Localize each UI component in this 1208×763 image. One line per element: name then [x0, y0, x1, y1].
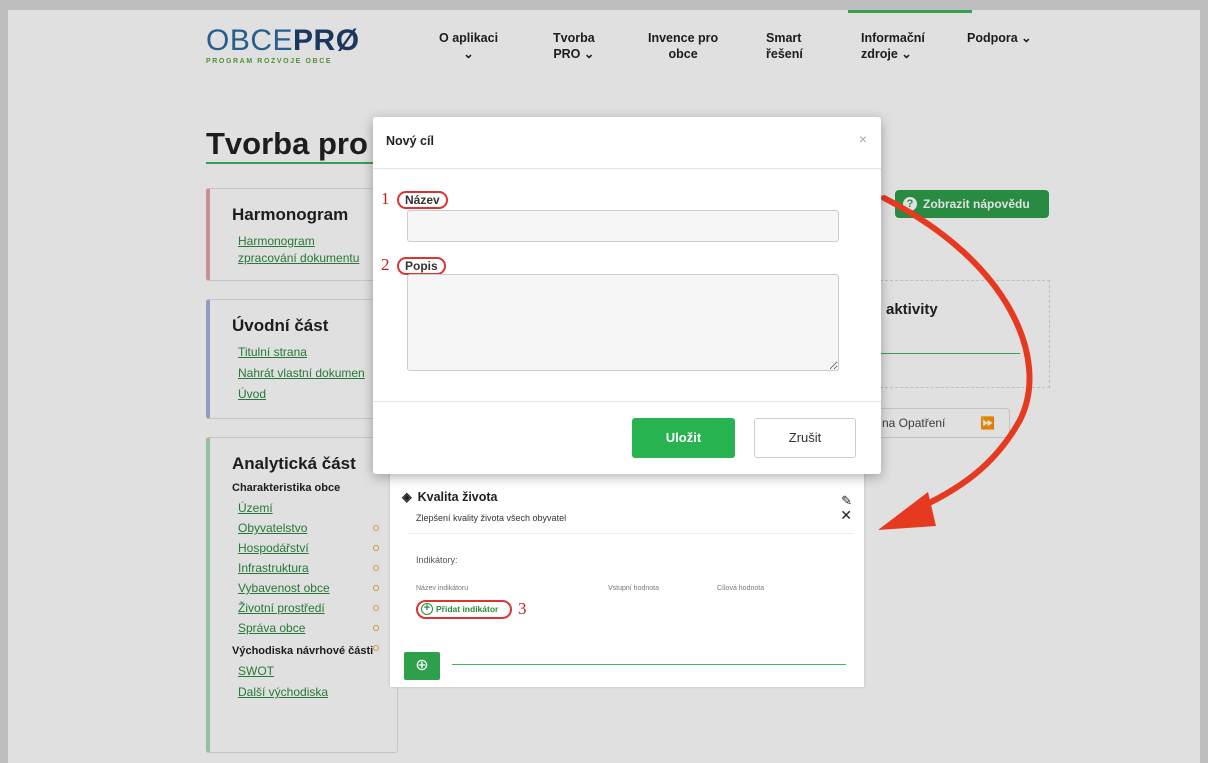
name-label: Název: [397, 191, 448, 209]
name-input[interactable]: [407, 210, 839, 242]
modal-header: Nový cíl ×: [373, 117, 881, 169]
modal-footer-divider: [373, 401, 881, 402]
annotation-number-1: 1: [381, 189, 390, 208]
screen: OBCEPRØ PROGRAM ROZVOJE OBCE O aplikaci ⌄…: [0, 0, 1208, 763]
description-label: Popis: [397, 257, 446, 275]
cancel-button[interactable]: Zrušit: [754, 418, 856, 458]
modal-title: Nový cíl: [386, 134, 434, 148]
description-textarea[interactable]: [407, 274, 839, 371]
close-icon[interactable]: ×: [859, 131, 867, 147]
annotation-number-2: 2: [381, 255, 390, 274]
save-button[interactable]: Uložit: [632, 418, 735, 458]
new-goal-modal: Nový cíl × 1 Název 2 Popis Uložit Zrušit: [373, 117, 881, 474]
